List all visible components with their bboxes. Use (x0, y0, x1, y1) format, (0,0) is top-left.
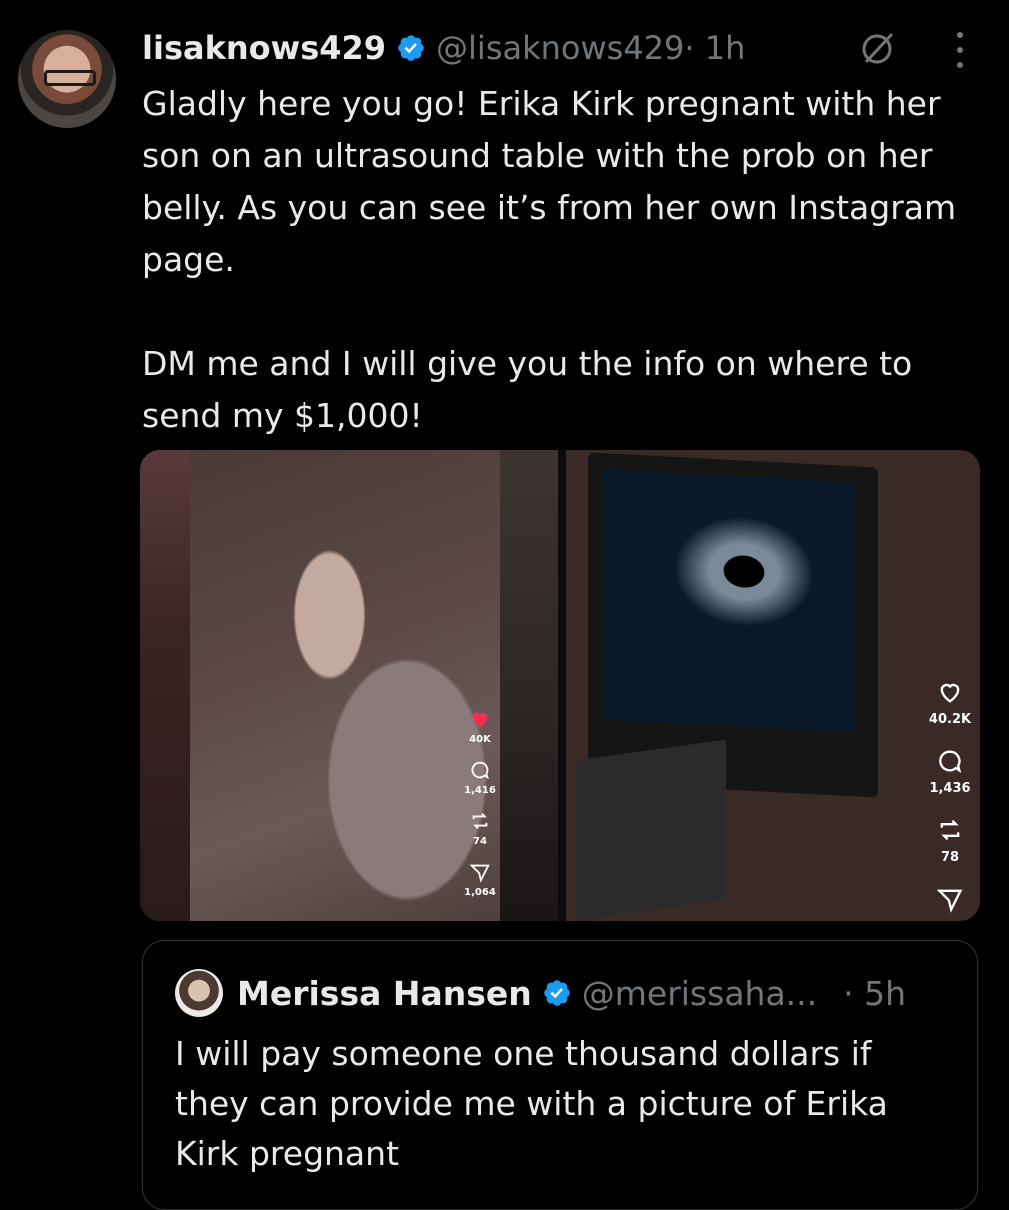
repost-icon (940, 819, 960, 841)
quoted-author-handle[interactable]: @merissaha... (582, 974, 817, 1013)
tweet-media[interactable]: 40K 1,416 74 1,064 40.2K 1,436 78 (140, 450, 980, 921)
right-likes-count: 40.2K (928, 712, 972, 727)
share-icon (469, 864, 490, 883)
video-thumbnail-strip (140, 450, 190, 921)
quoted-author-name[interactable]: Merissa Hansen (237, 974, 532, 1013)
quoted-tweet-header: Merissa Hansen @merissaha... · 5h (175, 969, 906, 1017)
quoted-tweet[interactable]: Merissa Hansen @merissaha... · 5h I will… (142, 940, 978, 1210)
verified-badge-icon (543, 980, 570, 1006)
left-likes-count: 40K (469, 734, 491, 745)
media-image-right[interactable]: 40.2K 1,436 78 (566, 450, 980, 921)
left-reposts-count: 74 (473, 836, 487, 847)
author-name[interactable]: lisaknows429 (142, 29, 386, 67)
share-icon (936, 889, 963, 913)
right-comments-count: 1,436 (929, 781, 971, 796)
ultrasound-keypad (576, 739, 726, 921)
tweet-text: Gladly here you go! Erika Kirk pregnant … (142, 84, 957, 435)
left-comments-count: 1,416 (464, 785, 496, 796)
comment-icon (471, 761, 489, 780)
left-shares-count: 1,064 (464, 887, 496, 898)
quoted-tweet-time[interactable]: · 5h (843, 974, 906, 1013)
heart-icon (940, 683, 960, 703)
more-icon[interactable] (950, 30, 970, 70)
verified-badge-icon (398, 35, 424, 61)
right-reposts-count: 78 (940, 850, 960, 865)
tweet-time[interactable]: · 1h (684, 29, 745, 67)
quoted-author-avatar[interactable] (175, 969, 223, 1017)
left-video-actions: 40K 1,416 74 1,064 (450, 708, 510, 912)
media-image-left[interactable]: 40K 1,416 74 1,064 (140, 450, 558, 921)
right-video-actions: 40.2K 1,436 78 (920, 678, 980, 913)
heart-icon (472, 713, 488, 728)
author-avatar[interactable] (18, 30, 116, 128)
tweet-header: lisaknows429 @lisaknows429 · 1h (142, 26, 745, 70)
author-handle[interactable]: @lisaknows429 (436, 29, 684, 67)
quoted-tweet-text: I will pay someone one thousand dollars … (175, 1034, 888, 1173)
ultrasound-monitor (588, 452, 878, 798)
comment-icon (939, 750, 962, 773)
grok-icon[interactable] (858, 28, 898, 68)
repost-icon (472, 813, 488, 829)
